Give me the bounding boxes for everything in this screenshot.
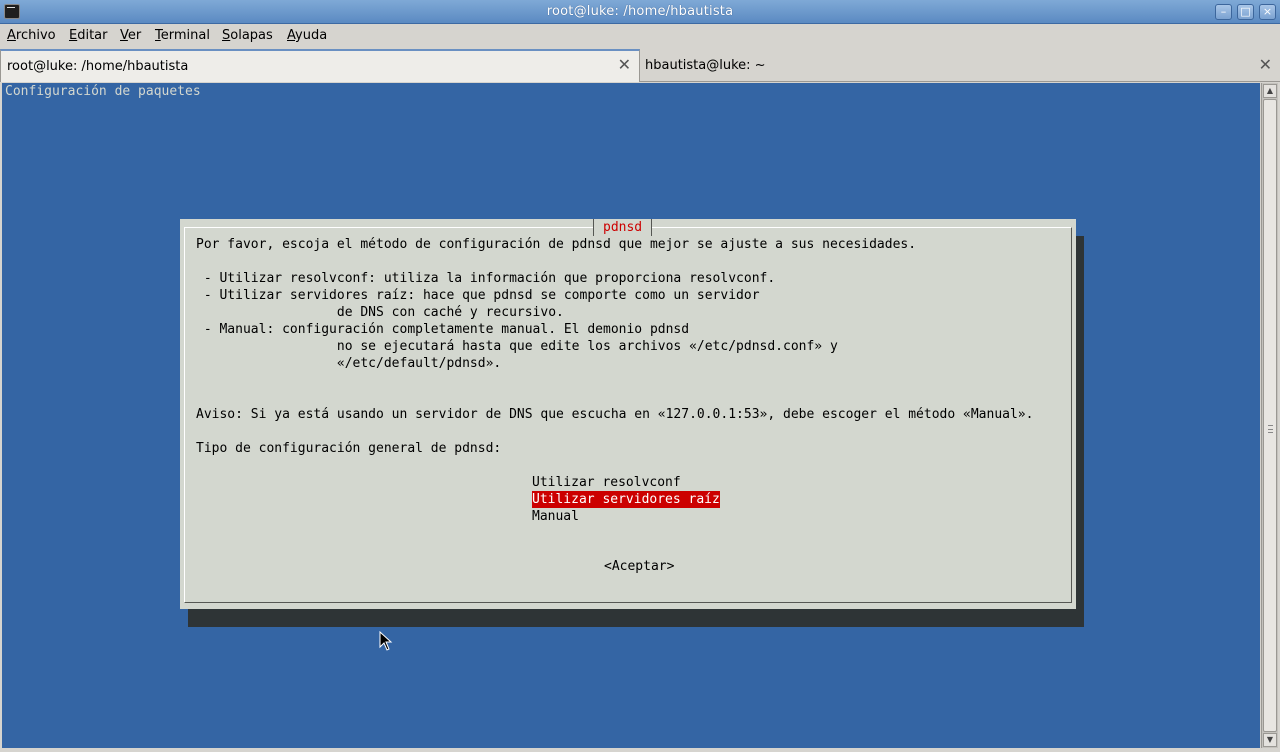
scroll-down-arrow-icon[interactable]: ▼ [1263,733,1277,747]
terminal-scrollbar[interactable]: ▲ ▼ [1261,83,1278,748]
scroll-up-arrow-icon[interactable]: ▲ [1263,84,1277,98]
menu-editar[interactable]: Editar [69,28,108,43]
option-manual[interactable]: Manual [532,508,579,525]
menu-bar: Archivo Editar Ver Terminal Solapas Ayud… [0,25,1280,49]
tab-hbautista-home[interactable]: hbautista@luke: ~ ✕ [640,49,1280,82]
dialog-text-line: no se ejecutará hasta que edite los arch… [196,339,838,354]
accept-button[interactable]: <Aceptar> [604,558,674,575]
menu-ver[interactable]: Ver [120,28,141,43]
menu-terminal[interactable]: Terminal [155,28,210,43]
close-icon[interactable]: ✕ [1259,57,1272,73]
terminal-header: Configuración de paquetes [5,84,201,99]
scroll-thumb[interactable] [1263,99,1277,732]
pdnsd-dialog: pdnsd Por favor, escoja el método de con… [180,219,1076,609]
dialog-warning: Aviso: Si ya está usando un servidor de … [196,407,1034,422]
option-resolvconf[interactable]: Utilizar resolvconf [532,474,681,491]
tab-bar: root@luke: /home/hbautista ✕ hbautista@l… [0,49,1280,82]
menu-solapas[interactable]: Solapas [222,28,273,43]
window-title: root@luke: /home/hbautista [546,4,734,19]
dialog-text-line: «/etc/default/pdnsd». [196,356,502,371]
dialog-text-line: de DNS con caché y recursivo. [196,305,564,320]
terminal-screen[interactable]: Configuración de paquetes pdnsd Por favo… [2,83,1260,748]
close-window-button[interactable]: × [1259,4,1276,20]
minimize-button[interactable]: – [1215,4,1232,20]
dialog-prompt: Tipo de configuración general de pdnsd: [196,441,502,456]
option-servidores-raiz[interactable]: Utilizar servidores raíz [532,491,720,508]
dialog-text-line: Por favor, escoja el método de configura… [196,237,917,252]
tab-label: hbautista@luke: ~ [645,58,766,73]
tab-label: root@luke: /home/hbautista [7,59,189,74]
close-icon[interactable]: ✕ [618,57,631,73]
maximize-button[interactable]: □ [1237,4,1254,20]
menu-archivo[interactable]: Archivo [7,28,56,43]
dialog-text-line: - Utilizar servidores raíz: hace que pdn… [196,288,760,303]
mouse-pointer-icon [379,631,393,651]
dialog-text-line: - Manual: configuración completamente ma… [196,322,690,337]
title-bar[interactable]: root@luke: /home/hbautista – □ × [0,0,1280,24]
menu-ayuda[interactable]: Ayuda [287,28,327,43]
dialog-title: pdnsd [593,219,653,236]
grip-icon [1268,425,1273,433]
tab-root-home[interactable]: root@luke: /home/hbautista ✕ [0,49,640,82]
dialog-text-line: - Utilizar resolvconf: utiliza la inform… [196,271,776,286]
